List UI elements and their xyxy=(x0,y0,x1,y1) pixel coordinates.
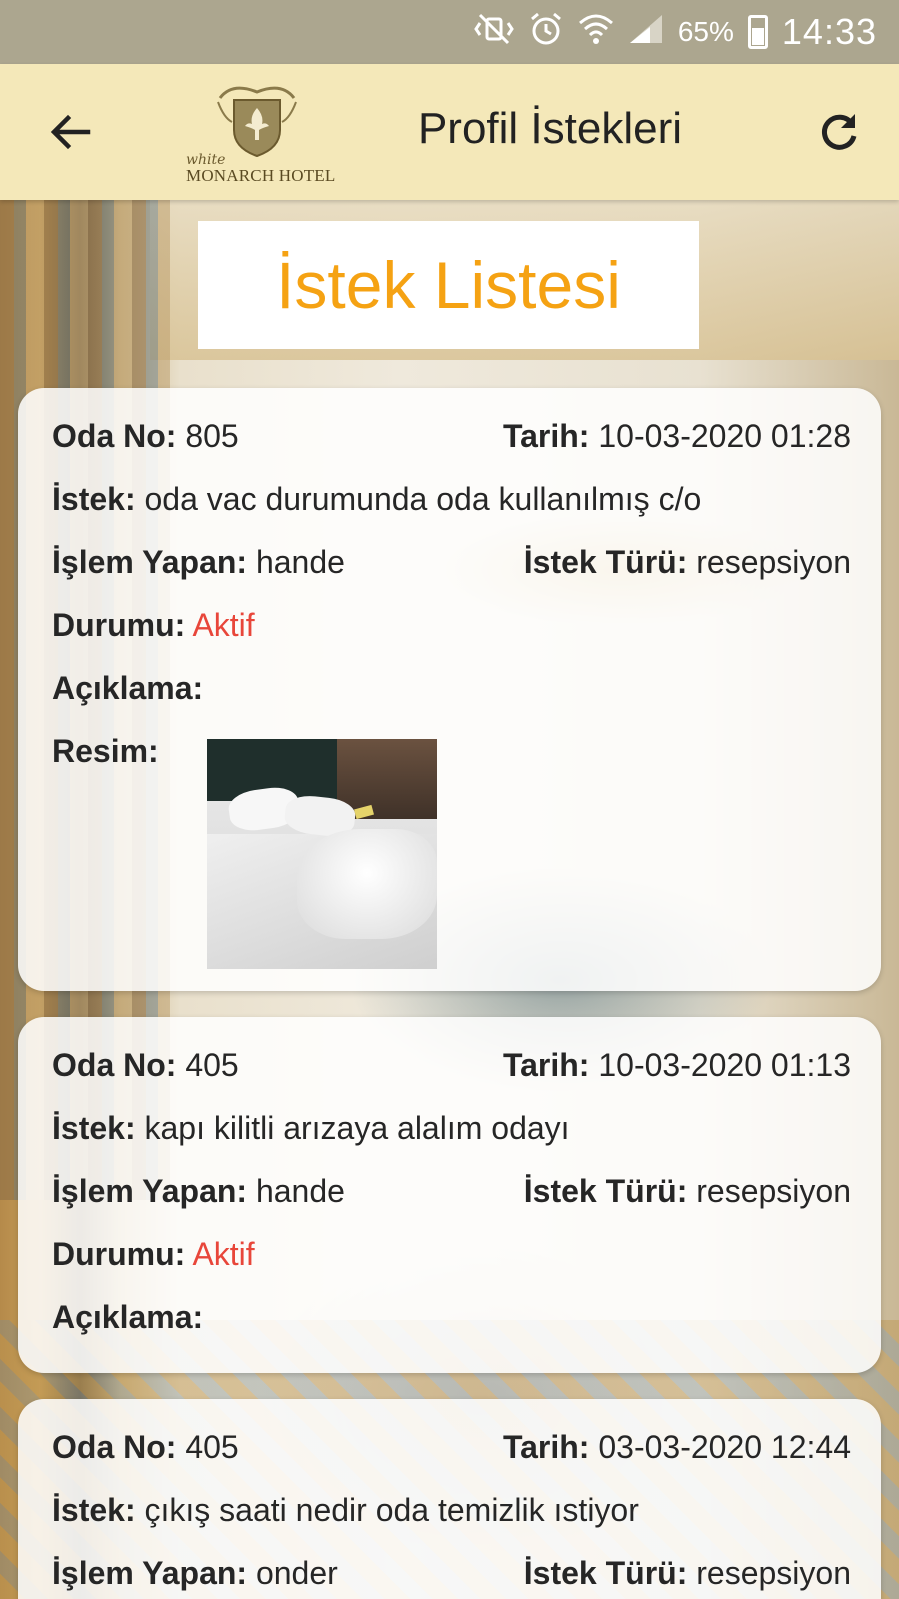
clock-time: 14:33 xyxy=(781,11,877,52)
mute-vibrate-icon xyxy=(474,13,514,51)
request-value: oda vac durumunda oda kullanılmış c/o xyxy=(144,481,702,517)
request-card[interactable]: Oda No: 405 Tarih: 10-03-2020 01:13 İste… xyxy=(18,1017,881,1373)
handler-value: onder xyxy=(255,1555,338,1591)
status-row: Durumu: Aktif xyxy=(52,607,851,647)
handler-label: İşlem Yapan: xyxy=(52,1173,248,1209)
type-field: İstek Türü: resepsiyon xyxy=(524,1555,851,1592)
type-value: resepsiyon xyxy=(696,544,851,580)
date-value: 03-03-2020 12:44 xyxy=(598,1429,851,1465)
request-label: İstek: xyxy=(52,481,136,517)
request-row: İstek: kapı kilitli arızaya alalım odayı xyxy=(52,1110,851,1150)
back-button[interactable] xyxy=(40,102,100,162)
request-value: çıkış saati nedir oda temizlik ıstiyor xyxy=(144,1492,639,1528)
date-field: Tarih: 10-03-2020 01:13 xyxy=(503,1047,851,1084)
note-label: Açıklama: xyxy=(52,1299,204,1335)
image-row: Resim: xyxy=(52,733,851,773)
date-field: Tarih: 10-03-2020 01:28 xyxy=(503,418,851,455)
status-label: Durumu: xyxy=(52,1236,186,1272)
image-label: Resim: xyxy=(52,733,159,769)
list-heading: İstek Listesi xyxy=(198,221,699,349)
room-value: 405 xyxy=(185,1429,239,1465)
room-label: Oda No: xyxy=(52,418,177,454)
refresh-icon xyxy=(821,114,857,150)
handler-value: hande xyxy=(255,544,345,580)
handler-type-row: İşlem Yapan: onder İstek Türü: resepsiyo… xyxy=(52,1555,851,1595)
note-label: Açıklama: xyxy=(52,670,204,706)
status-bar: 65% 14:33 xyxy=(0,0,899,64)
logo-name-text: MONARCH HOTEL xyxy=(186,166,336,185)
type-value: resepsiyon xyxy=(696,1555,851,1591)
page-title: Profil İstekleri xyxy=(417,104,683,153)
request-card[interactable]: Oda No: 405 Tarih: 03-03-2020 12:44 İste… xyxy=(18,1399,881,1599)
note-row: Açıklama: xyxy=(52,670,851,710)
battery-icon xyxy=(747,15,768,49)
request-row: İstek: oda vac durumunda oda kullanılmış… xyxy=(52,481,851,521)
date-label: Tarih: xyxy=(502,418,590,454)
date-value: 10-03-2020 01:13 xyxy=(598,1047,851,1083)
type-field: İstek Türü: resepsiyon xyxy=(524,1173,851,1210)
refresh-button[interactable] xyxy=(809,102,869,162)
type-label: İstek Türü: xyxy=(523,1555,688,1591)
handler-label: İşlem Yapan: xyxy=(52,544,248,580)
request-label: İstek: xyxy=(52,1110,136,1146)
room-date-row: Oda No: 805 Tarih: 10-03-2020 01:28 xyxy=(52,418,851,458)
room-photo[interactable] xyxy=(207,739,437,969)
request-value: kapı kilitli arızaya alalım odayı xyxy=(144,1110,570,1146)
room-value: 405 xyxy=(185,1047,239,1083)
date-value: 10-03-2020 01:28 xyxy=(598,418,851,454)
status-value: Aktif xyxy=(192,607,255,643)
room-value: 805 xyxy=(185,418,239,454)
app-bar: white MONARCH HOTEL Profil İstekleri xyxy=(0,64,899,200)
note-row: Açıklama: xyxy=(52,1299,851,1339)
type-label: İstek Türü: xyxy=(523,1173,688,1209)
request-row: İstek: çıkış saati nedir oda temizlik ıs… xyxy=(52,1492,851,1532)
photo-blanket xyxy=(297,829,437,939)
wifi-icon xyxy=(578,13,614,51)
handler-value: hande xyxy=(255,1173,345,1209)
room-date-row: Oda No: 405 Tarih: 10-03-2020 01:13 xyxy=(52,1047,851,1087)
type-field: İstek Türü: resepsiyon xyxy=(524,544,851,581)
type-value: resepsiyon xyxy=(696,1173,851,1209)
room-label: Oda No: xyxy=(52,1047,177,1083)
handler-type-row: İşlem Yapan: hande İstek Türü: resepsiyo… xyxy=(52,544,851,584)
request-label: İstek: xyxy=(52,1492,136,1528)
status-label: Durumu: xyxy=(52,607,186,643)
status-value: Aktif xyxy=(192,1236,255,1272)
handler-type-row: İşlem Yapan: hande İstek Türü: resepsiyo… xyxy=(52,1173,851,1213)
signal-icon xyxy=(628,13,664,51)
type-label: İstek Türü: xyxy=(523,544,688,580)
hotel-logo: white MONARCH HOTEL xyxy=(182,82,336,194)
status-row: Durumu: Aktif xyxy=(52,1236,851,1276)
date-label: Tarih: xyxy=(502,1047,590,1083)
battery-percentage: 65% xyxy=(677,16,734,47)
arrow-back-icon xyxy=(50,114,91,150)
date-label: Tarih: xyxy=(502,1429,590,1465)
crest-icon xyxy=(217,86,297,158)
request-card[interactable]: Oda No: 805 Tarih: 10-03-2020 01:28 İste… xyxy=(18,388,881,991)
date-field: Tarih: 03-03-2020 12:44 xyxy=(503,1429,851,1466)
room-date-row: Oda No: 405 Tarih: 03-03-2020 12:44 xyxy=(52,1429,851,1469)
room-label: Oda No: xyxy=(52,1429,177,1465)
alarm-icon xyxy=(528,11,564,53)
handler-label: İşlem Yapan: xyxy=(52,1555,248,1591)
